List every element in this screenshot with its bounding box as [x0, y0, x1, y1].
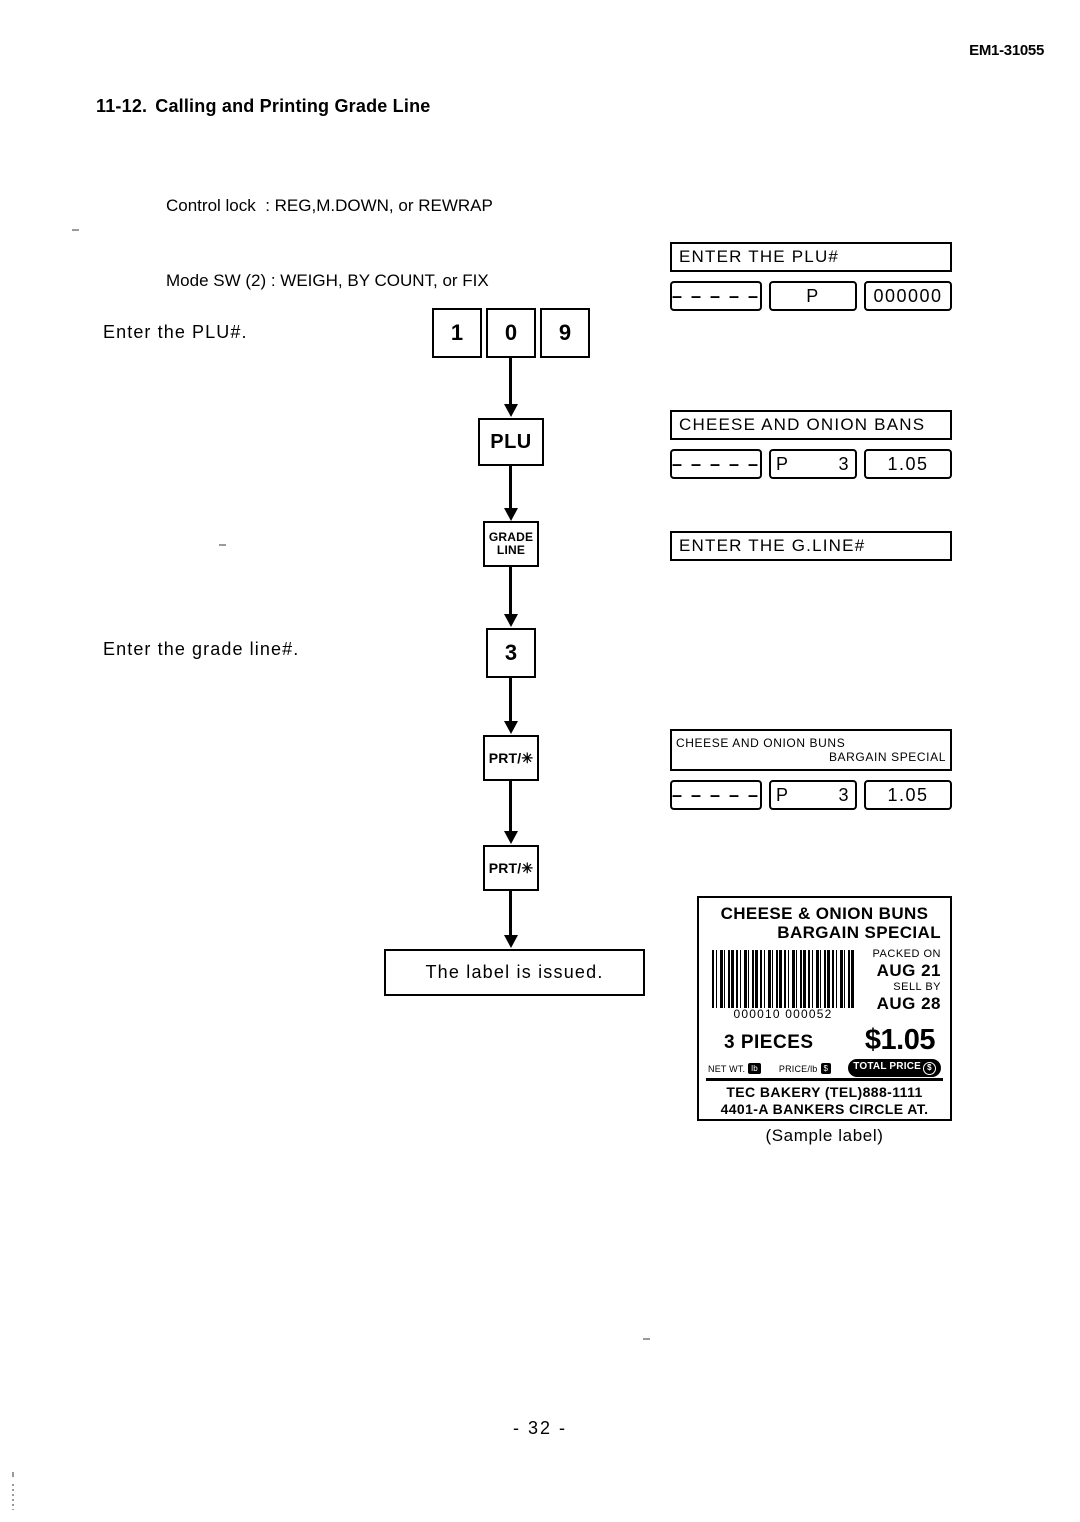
scan-artifact [219, 544, 226, 546]
display-cell-plu-prefix: P [776, 453, 790, 474]
label-total-price-caption: TOTAL PRICE [853, 1061, 921, 1072]
label-total-price-badge: TOTAL PRICE $ [848, 1059, 941, 1077]
label-quantity: 3 PIECES [724, 1032, 814, 1053]
label-store-line-2: 4401-A BANKERS CIRCLE AT. [720, 1101, 929, 1117]
label-packed-on-caption: PACKED ON [872, 948, 941, 960]
display-cell-plu-prefix: P [776, 784, 790, 805]
scan-artifact [72, 229, 79, 231]
display-cell-price: 1.05 [864, 780, 952, 810]
display-cell-plu-value: 3 [838, 784, 850, 805]
label-price-per-unit-chip: $ [820, 1063, 832, 1074]
label-total-price-value: $1.05 [864, 1024, 936, 1056]
label-barcode-area: 000010 000052 [712, 950, 854, 1021]
section-heading: 11-12. Calling and Printing Grade Line [96, 96, 430, 117]
display-message: ENTER THE G.LINE# [670, 531, 952, 561]
display-cell-plu-value: 3 [838, 453, 850, 474]
label-store-block: TEC BAKERY (TEL)888-1111 4401-A BANKERS … [706, 1084, 943, 1118]
key-0[interactable]: 0 [486, 308, 536, 358]
scan-artifact [643, 1338, 650, 1340]
display-cell-plu: P 3 [769, 780, 857, 810]
display-cells: – – – – – P 3 1.05 [670, 449, 952, 479]
display-message: CHEESE AND ONION BUNS BARGAIN SPECIAL [670, 729, 952, 771]
label-sell-by-caption: SELL BY [893, 981, 941, 993]
arrow-down-icon [509, 781, 512, 833]
sample-label-caption: (Sample label) [765, 1126, 884, 1145]
display-cell-weight: – – – – – [670, 449, 762, 479]
arrow-down-icon [509, 466, 512, 510]
display-cells: – – – – – P 000000 [670, 281, 952, 311]
document-code: EM1-31055 [969, 42, 1044, 59]
key-3[interactable]: 3 [486, 628, 536, 678]
section-number: 11-12. [96, 96, 148, 116]
label-total-price-currency-icon: $ [923, 1062, 936, 1075]
display-cell-price: 1.05 [864, 449, 952, 479]
key-grade-line-label-2: LINE [496, 543, 526, 557]
display-cell-plu: P 3 [769, 449, 857, 479]
display-cell-price: 000000 [864, 281, 952, 311]
display-cells: – – – – – P 3 1.05 [670, 780, 952, 810]
display-enter-grade-line: ENTER THE G.LINE# [670, 531, 952, 561]
display-plu-called: CHEESE AND ONION BANS – – – – – P 3 1.05 [670, 410, 952, 479]
key-grade-line[interactable]: GRADE LINE [483, 521, 539, 567]
label-divider [706, 1078, 943, 1081]
arrow-down-icon [509, 891, 512, 937]
arrow-down-icon [509, 358, 512, 406]
label-packed-on-date: AUG 21 [876, 961, 941, 980]
display-enter-plu: ENTER THE PLU# – – – – – P 000000 [670, 242, 952, 311]
document-page: EM1-31055 11-12. Calling and Printing Gra… [0, 0, 1080, 1522]
barcode-icon [712, 950, 854, 1008]
section-title: Calling and Printing Grade Line [155, 96, 431, 116]
scan-artifact [12, 1484, 14, 1510]
mode-sw-line: Mode SW (2) : WEIGH, BY COUNT, or FIX [166, 271, 489, 290]
key-print-2[interactable]: PRT/✳ [483, 845, 539, 891]
label-net-wt-unit-chip: lb [748, 1063, 761, 1074]
arrow-down-icon [509, 678, 512, 723]
result-box-label-issued: The label is issued. [384, 949, 645, 996]
label-dates-block: PACKED ON AUG 21 SELL BY AUG 28 [843, 948, 941, 1014]
key-9[interactable]: 9 [540, 308, 590, 358]
display-cell-plu: P [769, 281, 857, 311]
label-sell-by-date: AUG 28 [876, 994, 941, 1013]
scan-artifact [12, 1472, 14, 1477]
sample-label: CHEESE & ONION BUNS BARGAIN SPECIAL 0000… [697, 896, 952, 1121]
step-caption-enter-grade-line: Enter the grade line#. [103, 639, 300, 659]
key-plu[interactable]: PLU [478, 418, 544, 466]
display-cell-weight: – – – – – [670, 780, 762, 810]
label-price-per-caption: PRICE/lb [778, 1063, 818, 1074]
label-net-wt-caption: NET WT. [708, 1063, 746, 1074]
sample-label-content: CHEESE & ONION BUNS BARGAIN SPECIAL 0000… [706, 904, 943, 1117]
display-message-row-2: BARGAIN SPECIAL [828, 750, 946, 764]
label-product-title: CHEESE & ONION BUNS [720, 904, 929, 923]
display-message: ENTER THE PLU# [670, 242, 952, 272]
key-1[interactable]: 1 [432, 308, 482, 358]
key-print-1[interactable]: PRT/✳ [483, 735, 539, 781]
label-store-line-1: TEC BAKERY (TEL)888-1111 [726, 1084, 923, 1100]
control-lock-line: Control lock : REG,M.DOWN, or REWRAP [166, 196, 493, 215]
display-message: CHEESE AND ONION BANS [670, 410, 952, 440]
step-caption-enter-plu: Enter the PLU#. [103, 322, 248, 342]
page-number: - 32 - [512, 1418, 567, 1438]
display-cell-weight: – – – – – [670, 281, 762, 311]
label-product-subtitle: BARGAIN SPECIAL [777, 923, 941, 942]
arrow-down-icon [509, 567, 512, 616]
display-message-row-1: CHEESE AND ONION BUNS [676, 736, 846, 750]
label-barcode-digits: 000010 000052 [733, 1007, 833, 1021]
display-grade-line-called: CHEESE AND ONION BUNS BARGAIN SPECIAL – … [670, 729, 952, 810]
